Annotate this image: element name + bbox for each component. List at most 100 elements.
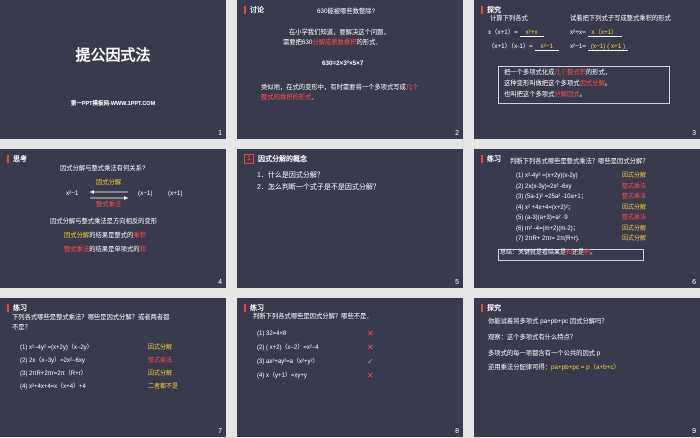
multiply-label: 整式乘法 bbox=[96, 201, 122, 208]
exercise-item: (2) 2x（x−3y）=2x²−6xy bbox=[20, 358, 85, 364]
answer-label: 二者都不是 bbox=[148, 384, 179, 390]
expression: x²−1 bbox=[66, 190, 79, 197]
slide-header: 思考 bbox=[7, 154, 27, 164]
slide-number: 2 bbox=[455, 130, 459, 137]
text-line: 逆用乘法分配律可得：pa+pb+pc = p（a+b+c） bbox=[488, 364, 620, 371]
text-line: 观察：这个多项式有什么特点？ bbox=[488, 334, 577, 341]
right-title: 试着把下列式子写成整式乘积的形式 bbox=[570, 15, 671, 22]
cross-icon: ✕ bbox=[367, 329, 374, 338]
exercise-item: (5) (a-3)(a+3)=a² -9 bbox=[516, 215, 568, 221]
slide-number: 4 bbox=[218, 279, 222, 286]
exercise-item: (3) 2πR+2πr=2π（R+r） bbox=[20, 371, 87, 377]
factorize-label: 因式分解 bbox=[96, 179, 122, 186]
equation: （x+1）（x-1）= x²−1 bbox=[488, 43, 559, 51]
slide-thumbnail-4[interactable]: 思考 因式分解与整式乘法有何关系? 因式分解 x²−1 (x−1) (x+1) … bbox=[0, 149, 226, 288]
exercise-item: (3) ax²+ay²=a（x²+y²） bbox=[257, 359, 319, 365]
check-icon: ✓ bbox=[367, 357, 374, 366]
slide-number: 1 bbox=[218, 130, 222, 137]
exercise-item: (1) 32=4×8 bbox=[257, 331, 287, 337]
question: 因式分解与整式乘法有何关系? bbox=[60, 165, 146, 172]
accent-bar bbox=[481, 304, 483, 312]
slide-thumbnail-9[interactable]: 探究 你能试着将多项式 pa+pb+pc 因式分解吗？ 观察：这个多项式有什么特… bbox=[474, 298, 700, 437]
accent-bar bbox=[244, 304, 246, 312]
statement: 因式分解与整式乘法是方向相反的变形 bbox=[50, 218, 158, 225]
text-line: 多项式的每一项都含有一个公共的因式 p bbox=[488, 350, 601, 357]
slide-number: 3 bbox=[692, 130, 696, 137]
question: 1．什么是因式分解？ bbox=[257, 172, 324, 179]
text-line: 你能试着将多项式 pa+pb+pc 因式分解吗？ bbox=[488, 318, 608, 325]
exercise-item: (4) x² +4x+4=(x+2)²； bbox=[516, 204, 574, 211]
answer-label: 因式分解 bbox=[622, 225, 647, 232]
slide-footer: 第一PPT模板网-WWW.1PPT.COM bbox=[70, 101, 156, 107]
answer-label: 整式乘法 bbox=[622, 194, 647, 200]
slide-header: 练习 bbox=[244, 303, 264, 313]
answer-label: 因式分解 bbox=[622, 204, 647, 211]
exercise-item: (1) x²-4y² =(x+2y)(x-2y) bbox=[516, 173, 578, 179]
subtitle: 计算下列各式 bbox=[490, 15, 528, 22]
slide-number: 9 bbox=[692, 428, 696, 435]
slide-thumbnail-6[interactable]: 练习 判断下列各式哪些是整式乘法？哪些是因式分解？ (1) x²-4y² =(x… bbox=[474, 149, 700, 288]
definition-line: 把一个多项式化成几个整式积的形式， bbox=[504, 69, 612, 76]
accent-bar bbox=[244, 6, 246, 14]
text-line: 整式的乘积的形式． bbox=[261, 94, 318, 101]
answer-label: 整式乘法 bbox=[622, 215, 647, 221]
slide-header: 练习 bbox=[7, 303, 27, 313]
slide-header: 练习 bbox=[481, 154, 501, 164]
slide-number: 6 bbox=[692, 279, 696, 286]
accent-bar bbox=[481, 155, 483, 163]
exercise-item: (4) x（y+1）=xy+y bbox=[257, 373, 307, 379]
answer-label: 整式乘法 bbox=[622, 183, 647, 190]
slide-thumbnail-2[interactable]: 讨论 630能被哪些数整除? 在小学我们知道，要解决这个问题， 需要把630分解… bbox=[237, 0, 463, 139]
equation: x²−1= (x−1) ( x+1 ) bbox=[570, 43, 629, 51]
slide-thumbnail-1[interactable]: 提公因式法 第一PPT模板网-WWW.1PPT.COM 1 bbox=[0, 0, 226, 139]
slide-thumbnail-5[interactable]: 1 因式分解的概念 1．什么是因式分解？ 2．怎么判断一个式子是不是因式分解？ 5 bbox=[237, 149, 463, 288]
slide-thumbnail-3[interactable]: 探究 计算下列各式 x（x+1）= x²+x （x+1）（x-1）= x²−1 … bbox=[474, 0, 700, 139]
slide-header: 讨论 bbox=[244, 5, 264, 15]
factor: (x+1) bbox=[168, 190, 183, 197]
definition-line: 也叫把这个多项式分解因式。 bbox=[504, 91, 586, 98]
slide-header: 1 因式分解的概念 bbox=[244, 154, 307, 164]
question: 判断下列各式哪些是整式乘法？哪些是因式分解？ bbox=[510, 158, 649, 165]
statement: 因式分解的结果是整式的乘积 bbox=[64, 232, 146, 239]
factor: (x−1) bbox=[138, 190, 153, 197]
definition-line: 这种变形叫做把这个多项式因式分解。 bbox=[504, 80, 612, 87]
answer-label: 因式分解 bbox=[622, 236, 647, 242]
text-line: 在小学我们知道，要解决这个问题， bbox=[289, 29, 390, 36]
slide-header: 探究 bbox=[481, 303, 501, 313]
accent-bar bbox=[7, 155, 9, 163]
question: 下列各式哪些是整式乘法？哪些是因式分解？或者两者都 bbox=[12, 314, 170, 321]
question: 判断下列各式哪些是因式分解？哪些不是． bbox=[253, 313, 373, 320]
question: 不是？ bbox=[12, 324, 31, 331]
answer-label: 因式分解 bbox=[622, 173, 647, 179]
slide-thumbnail-8[interactable]: 练习 判断下列各式哪些是因式分解？哪些不是． (1) 32=4×8 ✕ (2) ( … bbox=[237, 298, 463, 437]
exercise-item: (4) x²+4x+4=x（x+4）+4 bbox=[20, 384, 86, 390]
question: 630能被哪些数整除? bbox=[317, 8, 376, 15]
exercise-item: (6) m² -4=(m+2)(m-2)； bbox=[516, 225, 579, 232]
statement: 整式乘法的结果是单项式的和 bbox=[64, 246, 146, 253]
accent-bar bbox=[481, 6, 483, 14]
text-line: 类似地，在式的变形中，有时需要将一个多项式写成几个 bbox=[261, 84, 419, 91]
square-icon: 1 bbox=[244, 154, 254, 164]
equation: x²+x= x（x+1） bbox=[570, 29, 622, 37]
exercise-item: (2) ( x+2)（x−2）=x²−4 bbox=[257, 345, 319, 351]
exercise-item: (1) x²−4y² =(x+2y)（x−2y） bbox=[20, 345, 93, 351]
equation: x（x+1）= x²+x bbox=[488, 29, 544, 37]
equation: 630=2×3²×5×7 bbox=[322, 60, 364, 67]
answer-label: 因式分解 bbox=[148, 345, 173, 351]
two-way-arrow-icon bbox=[90, 190, 128, 200]
cross-icon: ✕ bbox=[367, 343, 374, 352]
text-line: 需要把630分解成质数乘积的形式． bbox=[283, 39, 382, 46]
slide-thumbnail-7[interactable]: 练习 下列各式哪些是整式乘法？哪些是因式分解？或者两者都 不是？ (1) x²−… bbox=[0, 298, 226, 437]
exercise-item: (3) (5a-1)² =25a² -10a+1； bbox=[516, 194, 587, 200]
slide-number: 5 bbox=[455, 279, 459, 286]
slide-header: 探究 bbox=[481, 5, 501, 15]
slide-number: 7 bbox=[218, 428, 222, 435]
answer-label: 整式乘法 bbox=[148, 358, 173, 364]
summary: 总结：关键就是看结果是和还是积。 bbox=[500, 250, 597, 256]
slide-number: 8 bbox=[455, 428, 459, 435]
exercise-item: (2) 2x(x-3y)=2x² -6xy bbox=[516, 183, 572, 190]
accent-bar bbox=[7, 304, 9, 312]
exercise-item: (7) 2πR+ 2πr= 2π(R+r). bbox=[516, 236, 580, 242]
answer-label: 因式分解 bbox=[148, 371, 173, 377]
cross-icon: ✕ bbox=[367, 371, 374, 380]
